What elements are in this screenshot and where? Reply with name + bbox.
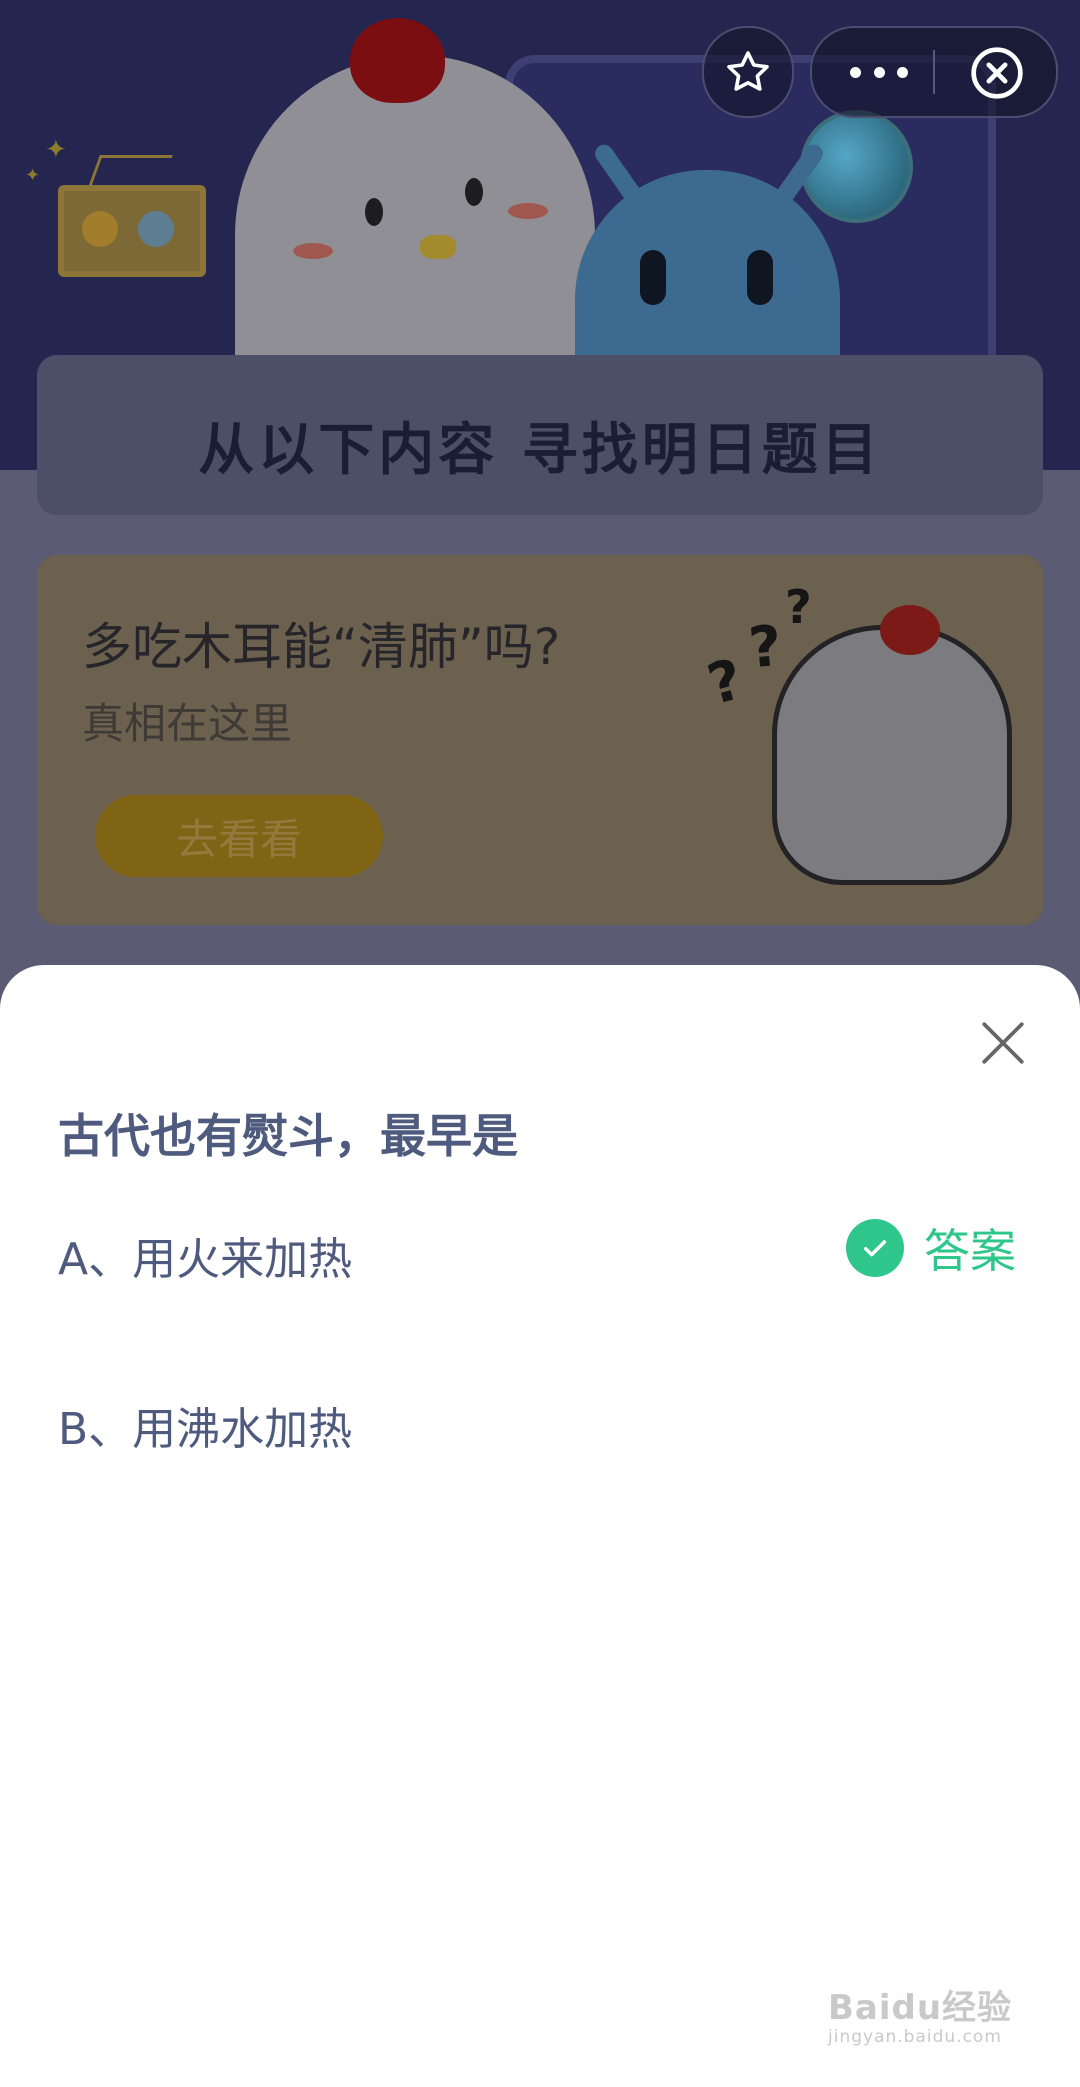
alien-eye [747, 250, 773, 305]
question-mark-icon: ? [785, 580, 812, 634]
option-b[interactable]: B、用沸水加热 [0, 1365, 1080, 1475]
watermark-main: Baidu经验 [828, 1988, 1013, 2028]
answer-sheet: 古代也有熨斗，最早是 A、用火来加热 答案 B、用沸水加热 [0, 965, 1080, 2087]
chicken-eye [365, 198, 383, 226]
chicken-eye [465, 178, 483, 206]
favorite-button[interactable] [702, 26, 794, 118]
article-card[interactable]: 多吃木耳能“清肺”吗? 真相在这里 去看看 ? ? ? [37, 555, 1043, 925]
capsule-menu [810, 26, 1058, 118]
chicken-thinking-illustration [772, 625, 1012, 885]
close-circle-icon[interactable] [969, 45, 1025, 101]
chicken-cheek [293, 243, 333, 259]
medal-icon [82, 211, 118, 247]
option-b-label: B、用沸水加热 [58, 1404, 353, 1455]
article-subtitle: 真相在这里 [82, 699, 293, 748]
alien-eye [640, 250, 666, 305]
planet-illustration [800, 110, 913, 223]
star-icon [727, 51, 769, 91]
chicken-comb [880, 605, 940, 655]
medal-icon [138, 211, 174, 247]
check-icon [846, 1219, 904, 1277]
option-a-label: A、用火来加热 [58, 1234, 353, 1285]
chicken-cheek [508, 203, 548, 219]
answer-tag: 答案 [846, 1215, 1016, 1281]
option-a[interactable]: A、用火来加热 答案 [0, 1195, 1080, 1305]
sparkle-icon: ✦ [45, 135, 67, 165]
page-heading: 从以下内容 寻找明日题目 [198, 418, 882, 483]
close-icon[interactable] [978, 1018, 1028, 1068]
chicken-comb [350, 18, 445, 103]
capsule-divider [933, 50, 935, 94]
heading-card: 从以下内容 寻找明日题目 [37, 355, 1043, 515]
question-mark-icon: ? [746, 613, 785, 682]
question-mark-icon: ? [701, 646, 750, 719]
baidu-watermark: Baidu经验 jingyan.baidu.com [828, 1980, 1012, 2047]
more-icon[interactable] [850, 54, 908, 90]
sparkle-icon: ✦ [25, 165, 41, 186]
question-title: 古代也有熨斗，最早是 [58, 1109, 518, 1163]
chicken-beak [420, 235, 456, 259]
go-see-button[interactable]: 去看看 [95, 795, 383, 877]
article-title: 多吃木耳能“清肺”吗? [82, 618, 561, 676]
medal-frame [58, 185, 206, 277]
watermark-sub: jingyan.baidu.com [828, 2027, 1002, 2047]
answer-label: 答案 [924, 1224, 1016, 1278]
